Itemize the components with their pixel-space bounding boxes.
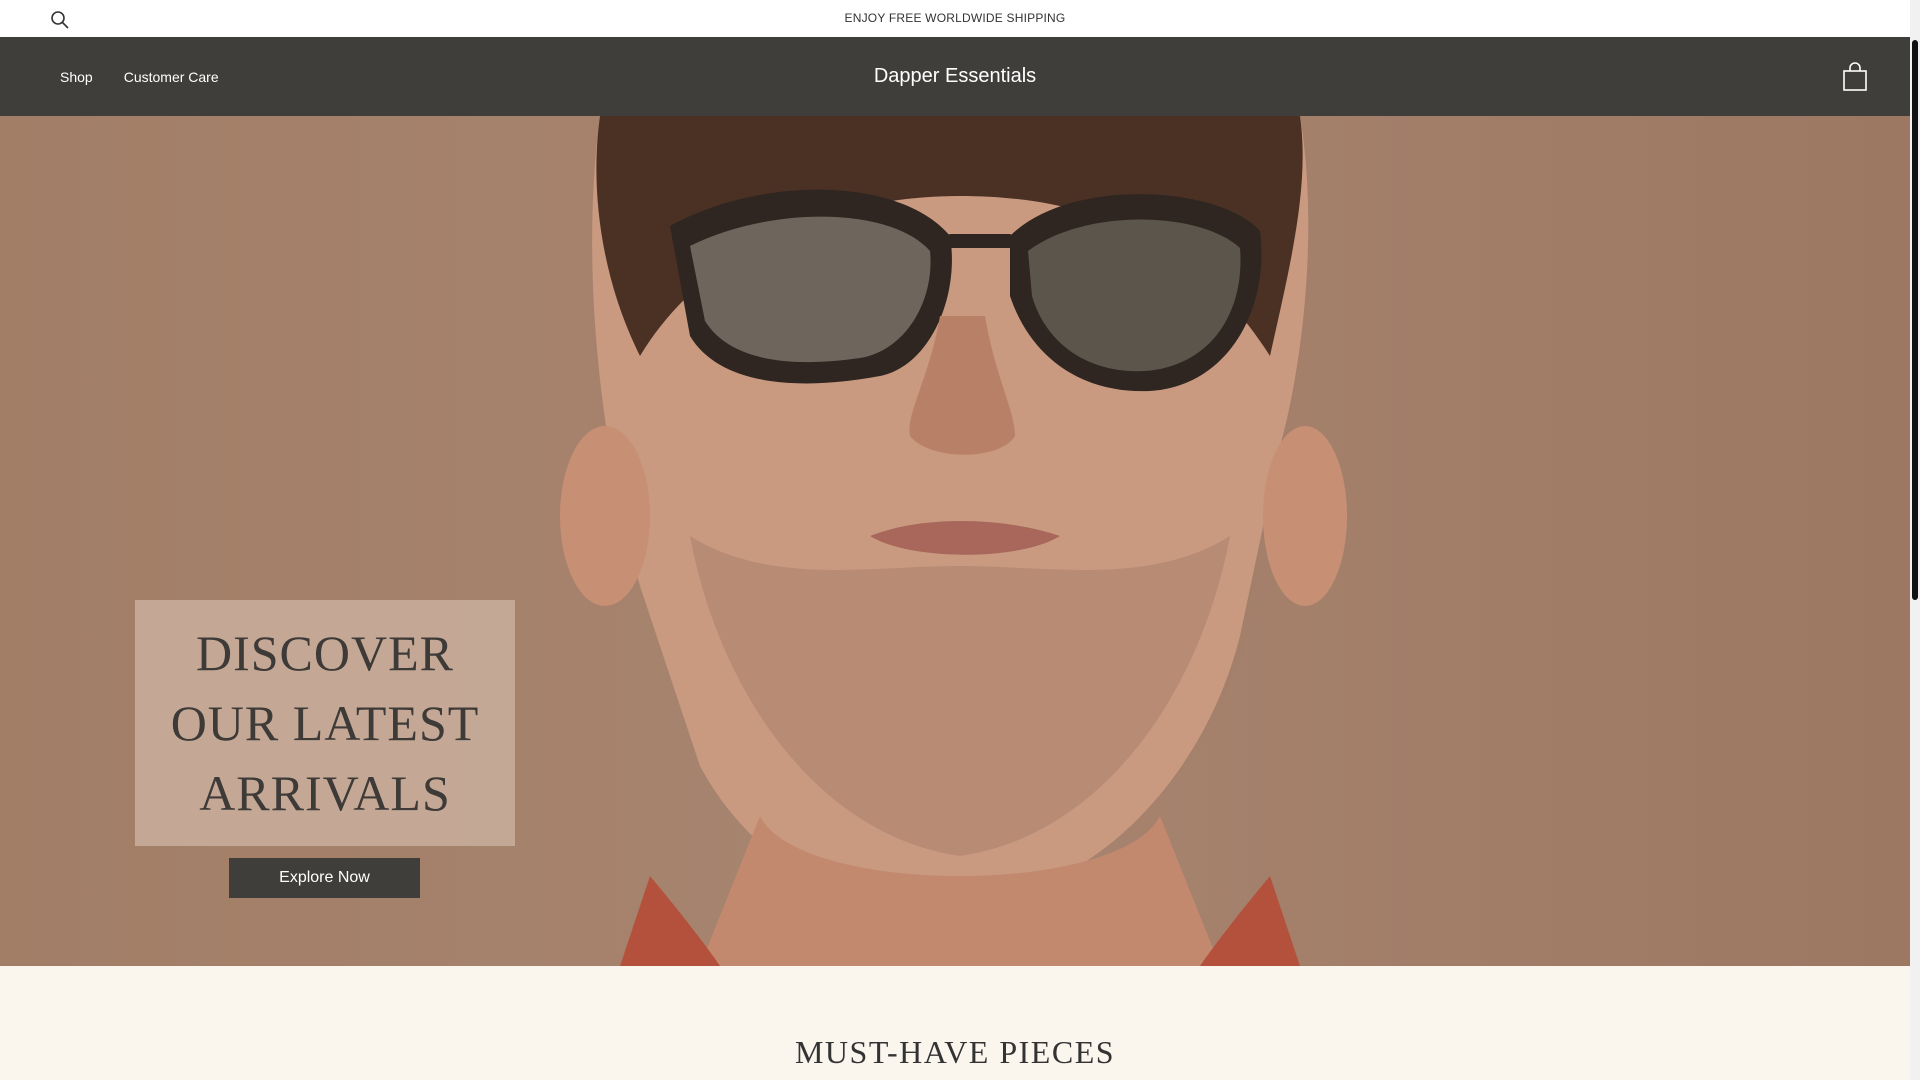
hero-text-card: DISCOVER OUR LATEST ARRIVALS [135,600,515,846]
section-heading: MUST-HAVE PIECES [794,1034,1116,1070]
shopping-bag-icon[interactable] [1842,62,1868,92]
page-scrollbar[interactable] [1910,0,1920,1080]
shipping-message: ENJOY FREE WORLDWIDE SHIPPING [844,11,1066,25]
must-have-section: MUST-HAVE PIECES [0,966,1910,1080]
hero-banner: DISCOVER OUR LATEST ARRIVALS Explore Now [0,116,1910,966]
hero-heading: DISCOVER OUR LATEST ARRIVALS [170,625,480,821]
site-header: Shop Customer Care Dapper Essentials [0,37,1910,116]
announcement-bar: ENJOY FREE WORLDWIDE SHIPPING [0,0,1910,38]
explore-now-button[interactable]: Explore Now [229,858,420,898]
scrollbar-thumb[interactable] [1912,40,1918,600]
brand-name[interactable]: Dapper Essentials [0,37,1910,116]
